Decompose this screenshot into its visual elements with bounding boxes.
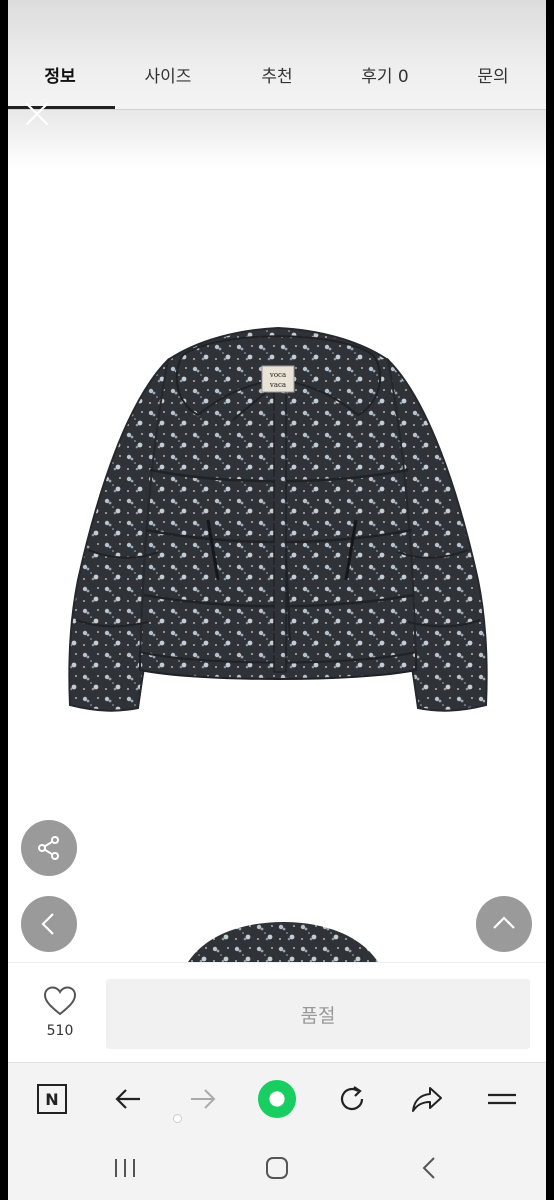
back-button[interactable] (108, 1079, 148, 1119)
share-arrow-icon (412, 1087, 442, 1112)
recent-apps-icon (115, 1159, 135, 1177)
naver-n-icon: N (37, 1084, 67, 1114)
scroll-top-button[interactable] (476, 896, 532, 952)
heart-outline-icon (43, 986, 77, 1016)
naver-home-button[interactable]: N (32, 1079, 72, 1119)
chevron-left-icon (41, 913, 54, 935)
sold-out-button[interactable]: 품절 (106, 979, 530, 1049)
forward-button[interactable] (183, 1079, 223, 1119)
next-product-image (188, 922, 378, 962)
chevron-up-icon (493, 916, 515, 929)
home-rounded-square-icon (266, 1157, 288, 1179)
reload-button[interactable] (332, 1079, 372, 1119)
share-icon (38, 836, 59, 860)
home-button[interactable] (257, 1151, 297, 1185)
brand-label-line1: voca (269, 371, 286, 379)
menu-button[interactable] (482, 1079, 522, 1119)
back-arrow-icon (115, 1089, 140, 1109)
previous-button[interactable] (21, 896, 77, 952)
system-back-button[interactable] (410, 1151, 450, 1185)
top-fade (8, 110, 546, 170)
tab-reviews[interactable]: 후기 0 (335, 62, 435, 87)
svg-text:N: N (45, 1090, 58, 1109)
close-icon[interactable] (24, 101, 50, 127)
reload-icon (340, 1086, 364, 1111)
like-button[interactable]: 510 (36, 985, 84, 1039)
tab-inquiry[interactable]: 문의 (443, 62, 543, 87)
tab-size[interactable]: 사이즈 (118, 62, 218, 87)
menu-icon (488, 1093, 516, 1105)
brand-label-line2: vaca (269, 381, 286, 389)
green-home-button[interactable] (257, 1079, 297, 1119)
tab-recommend[interactable]: 추천 (227, 62, 327, 87)
page-indicator (8, 1114, 546, 1126)
system-navigation-bar (8, 1137, 546, 1200)
product-image[interactable]: voca vaca (58, 320, 498, 740)
product-image-area: voca vaca (8, 170, 546, 962)
chevron-left-icon (422, 1157, 435, 1179)
share-page-button[interactable] (407, 1079, 447, 1119)
screen: 정보 사이즈 추천 후기 0 문의 voca vaca 510 품절 N (8, 0, 546, 1200)
product-tab-bar: 정보 사이즈 추천 후기 0 문의 (8, 0, 546, 110)
page-dot-active (173, 1114, 182, 1123)
tab-info[interactable]: 정보 (10, 62, 110, 87)
share-button[interactable] (21, 820, 77, 876)
like-count: 510 (46, 1023, 74, 1039)
recent-apps-button[interactable] (105, 1151, 145, 1185)
forward-arrow-icon (191, 1089, 216, 1109)
purchase-action-bar: 510 품절 (8, 962, 546, 1062)
